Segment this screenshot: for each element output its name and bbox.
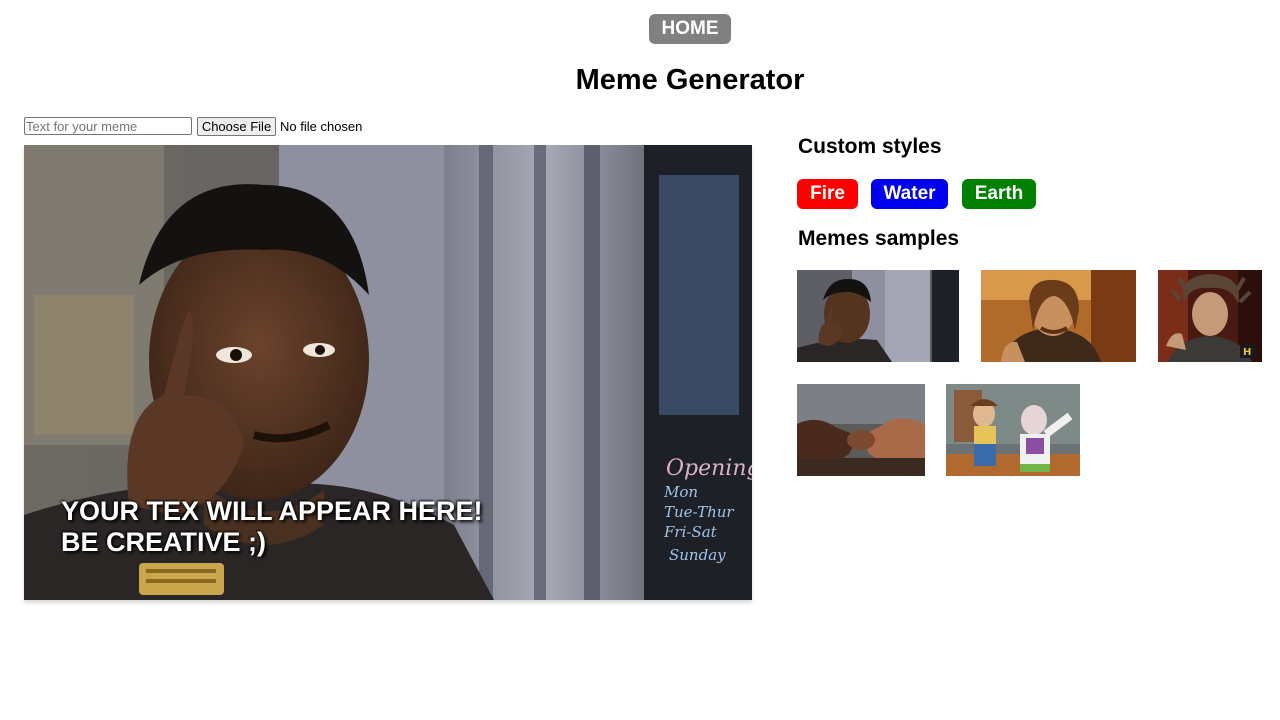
file-status-text: No file chosen [280, 119, 363, 134]
home-button[interactable]: HOME [649, 14, 731, 44]
style-fire-button[interactable]: Fire [797, 179, 858, 209]
svg-text:Opening: Opening [666, 456, 752, 481]
choose-file-button[interactable]: Choose File [197, 117, 276, 136]
sample-meme-roll-safe[interactable] [797, 270, 959, 362]
sample-meme-one-does-not-simply[interactable] [981, 270, 1136, 362]
meme-preview: Opening Mon Tue-Thur Fri-Sat Sunday YOUR… [24, 145, 752, 600]
sample-meme-x-everywhere[interactable] [946, 384, 1080, 476]
meme-caption-line-1: YOUR TEX WILL APPEAR HERE! [61, 496, 483, 526]
meme-caption-line-2: BE CREATIVE ;) [61, 527, 267, 557]
svg-text:H: H [1243, 347, 1251, 358]
page-title: Meme Generator [575, 64, 805, 96]
meme-caption: YOUR TEX WILL APPEAR HERE! BE CREATIVE ;… [61, 496, 701, 558]
style-water-button[interactable]: Water [871, 179, 948, 209]
sample-meme-epic-handshake[interactable] [797, 384, 925, 476]
memes-samples-heading: Memes samples [798, 227, 960, 250]
style-earth-button[interactable]: Earth [962, 179, 1036, 209]
meme-text-input[interactable] [24, 117, 192, 135]
sample-meme-ancient-aliens[interactable]: H [1158, 270, 1262, 362]
custom-styles-heading: Custom styles [798, 135, 942, 158]
